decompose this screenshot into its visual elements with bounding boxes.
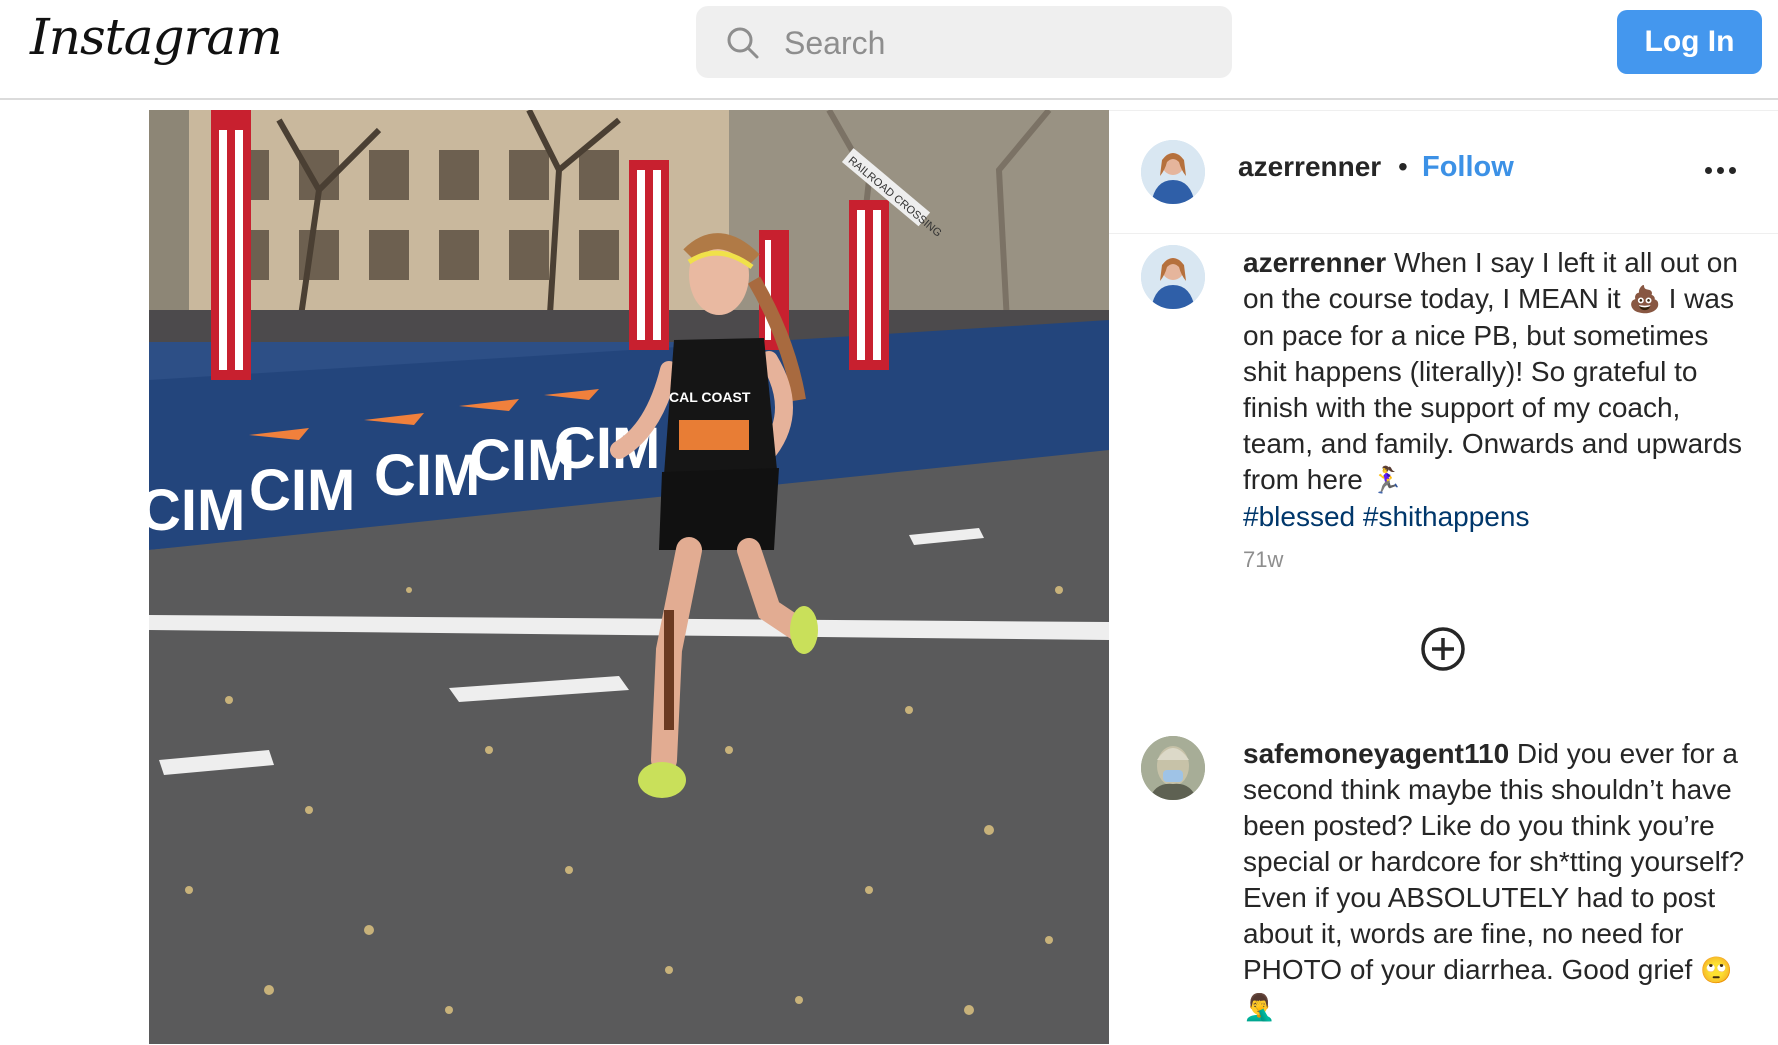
profile-photo-icon (1141, 245, 1205, 309)
comment-text: Did you ever for a second think maybe th… (1243, 738, 1745, 985)
hashtag-link[interactable]: #shithappens (1363, 501, 1530, 532)
profile-photo-icon (1141, 140, 1205, 204)
post-timestamp[interactable]: 71w (1243, 547, 1283, 573)
caption-username[interactable]: azerrenner (1243, 247, 1386, 278)
search-box[interactable] (696, 6, 1232, 80)
shirt-text: CAL COAST (669, 389, 751, 405)
post-header: azerrenner • Follow (1109, 111, 1778, 234)
barrier-sign-text: CIM (374, 443, 480, 508)
top-navigation-bar: Instagram Log In (0, 0, 1778, 100)
plus-circle-icon[interactable] (1419, 625, 1467, 673)
post-photo: CIM CIM CIM CIM CIM RAILROAD CROSSING CA… (149, 110, 1109, 1044)
hashtag-link[interactable]: #blessed (1243, 501, 1355, 532)
runner-emoji: 🏃‍♀️ (1370, 466, 1403, 496)
barrier-sign-text: CIM (149, 478, 245, 543)
caption-text: I was on pace for a nice PB, but sometim… (1243, 283, 1743, 495)
commenter-avatar[interactable] (1141, 736, 1205, 800)
author-avatar[interactable] (1141, 140, 1205, 204)
separator-dot: • (1398, 151, 1408, 182)
post-details-panel: azerrenner • Follow azerrenner When I sa… (1109, 110, 1778, 1045)
follow-button[interactable]: Follow (1422, 151, 1514, 184)
profile-photo-icon (1141, 736, 1205, 800)
barrier-sign-text: CIM (249, 458, 355, 523)
post-caption: azerrenner When I say I left it all out … (1243, 245, 1755, 535)
poop-emoji: 💩 (1628, 285, 1661, 315)
search-input[interactable] (782, 6, 1206, 80)
more-options-icon[interactable] (1705, 167, 1736, 174)
instagram-logo[interactable]: Instagram (30, 8, 283, 66)
search-icon (727, 27, 759, 59)
caption-author-avatar[interactable] (1141, 245, 1205, 309)
log-in-button[interactable]: Log In (1617, 10, 1762, 74)
comment-username[interactable]: safemoneyagent110 (1243, 738, 1509, 769)
author-username[interactable]: azerrenner (1238, 151, 1381, 183)
comment-item: safemoneyagent110 Did you ever for a sec… (1243, 736, 1763, 1026)
marathon-runner-photo: CIM CIM CIM CIM CIM RAILROAD CROSSING CA… (149, 110, 1109, 1044)
